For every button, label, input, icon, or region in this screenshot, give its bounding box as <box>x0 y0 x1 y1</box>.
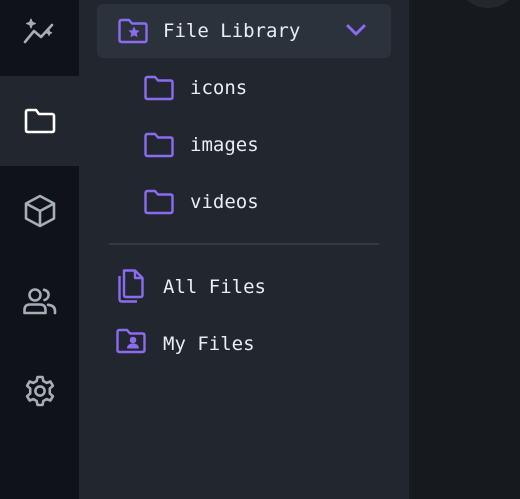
folder-item-icons[interactable]: icons <box>143 68 383 108</box>
folder-item-images[interactable]: images <box>143 125 383 165</box>
settings-gear-icon <box>25 375 54 407</box>
analytics-icon <box>23 18 53 44</box>
file-library-panel: File Library icons images videos All Fil… <box>79 0 409 499</box>
users-icon <box>22 288 56 315</box>
my-files-label: My Files <box>163 333 255 355</box>
folder-icon <box>143 131 175 163</box>
folder-label: icons <box>190 77 248 99</box>
user-folder-icon <box>115 325 147 361</box>
divider <box>109 243 379 245</box>
main-content <box>409 0 520 499</box>
rail-item-settings[interactable] <box>0 346 79 436</box>
icon-rail <box>0 0 79 499</box>
folder-icon <box>24 108 55 134</box>
file-library-title: File Library <box>163 20 301 42</box>
file-library-header[interactable]: File Library <box>97 4 391 58</box>
chevron-down-icon[interactable] <box>345 22 367 41</box>
files-copy-icon <box>115 268 147 308</box>
my-files-item[interactable]: My Files <box>115 321 375 365</box>
rail-item-users[interactable] <box>0 256 79 346</box>
folder-item-videos[interactable]: videos <box>143 182 383 222</box>
folder-icon <box>143 188 175 220</box>
all-files-item[interactable]: All Files <box>115 264 375 308</box>
folder-label: images <box>190 134 259 156</box>
folder-icon <box>143 74 175 106</box>
rail-item-files[interactable] <box>0 76 79 166</box>
cube-icon <box>24 194 55 228</box>
rail-item-analytics[interactable] <box>0 0 79 76</box>
folder-label: videos <box>190 191 259 213</box>
star-folder-icon <box>117 17 149 49</box>
rail-item-models[interactable] <box>0 166 79 256</box>
all-files-label: All Files <box>163 276 266 298</box>
app-window: File Library icons images videos All Fil… <box>0 0 520 499</box>
